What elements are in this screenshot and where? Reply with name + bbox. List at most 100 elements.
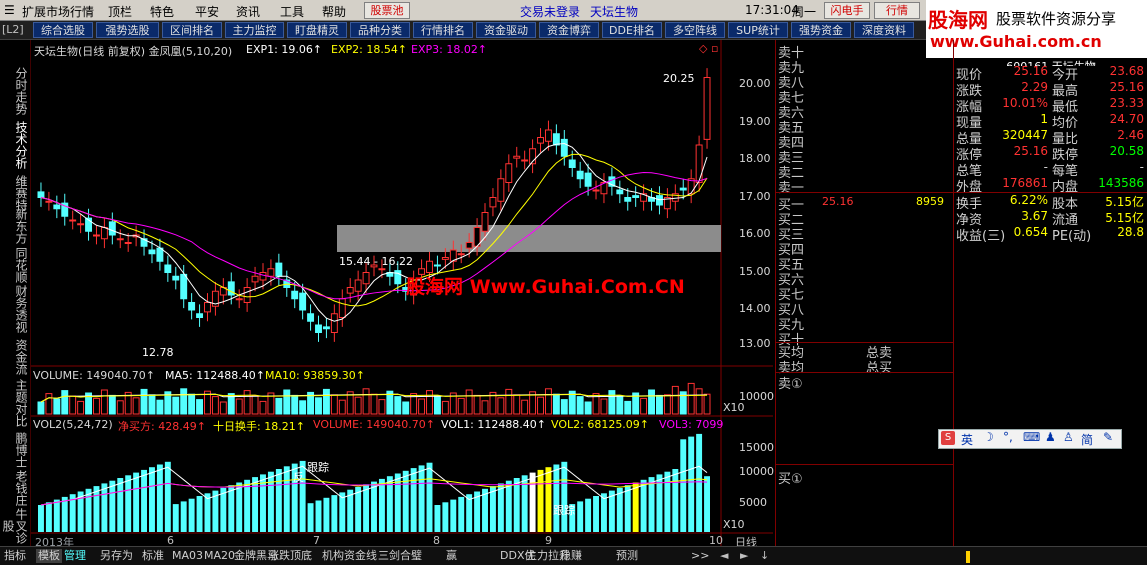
vol2-bar (410, 468, 417, 532)
bottom-tab[interactable]: 稳赚 (560, 549, 582, 563)
buy-level-label: 买八 (778, 303, 805, 318)
bottom-tab[interactable]: 机构资金线 (322, 549, 377, 563)
wrench-icon[interactable]: ✎ (1103, 430, 1113, 444)
quote-value: 6.22% (1009, 193, 1048, 207)
buy-level-label: 买七 (778, 288, 805, 303)
candle-body (362, 272, 370, 285)
left-tab[interactable]: 新东方 (3, 206, 28, 246)
vol2-bar (323, 497, 330, 532)
bottom-tab[interactable]: 管理 (64, 549, 86, 563)
candle-body (77, 223, 85, 226)
volume-bar (180, 388, 188, 415)
keyboard-icon[interactable]: ⌨ (1023, 430, 1040, 444)
candle-body (188, 302, 196, 311)
shirt-icon[interactable]: ♙ (1063, 430, 1074, 444)
volume-bar (640, 397, 648, 415)
toolbar-button[interactable]: 主力监控 (225, 22, 284, 38)
ime-toolbar[interactable]: S 英 ☽ °, ⌨ ♟ ♙ 简 ✎ (938, 429, 1122, 449)
vol2-bar (442, 502, 449, 532)
login-status[interactable]: 交易未登录 (520, 3, 580, 20)
menu-item[interactable]: 顶栏 (108, 3, 132, 20)
bottom-tab[interactable]: 涨跌顶底 (268, 549, 312, 563)
net-buy-label: 净买方: 428.49↑ (118, 420, 206, 433)
menu-item[interactable]: 工具 (280, 3, 304, 20)
left-tab[interactable]: 牛叉诊股 (1, 506, 28, 546)
bottom-tab[interactable]: 另存为 (100, 549, 133, 563)
stock-pool-button[interactable]: 股票池 (364, 2, 410, 19)
volume-bar (418, 398, 426, 415)
left-tab[interactable]: 主题对比 (3, 377, 28, 429)
menu-item[interactable]: 资讯 (236, 3, 260, 20)
candle-body (251, 275, 259, 283)
candle-body (322, 326, 330, 330)
buy-queue-label[interactable]: 买① (778, 468, 803, 487)
quote-button[interactable]: 行情 (874, 2, 920, 19)
toolbar-button[interactable]: 品种分类 (350, 22, 410, 38)
candle-body (164, 264, 172, 273)
candle-body (235, 298, 243, 301)
left-tab[interactable]: 同花顺 (3, 245, 28, 285)
toolbar-button[interactable]: 行情排名 (413, 22, 473, 38)
app-icon[interactable]: ☰ (4, 3, 15, 17)
person-icon[interactable]: ♟ (1045, 430, 1056, 444)
toolbar-button[interactable]: 深度资料 (854, 22, 914, 38)
quote-value: 2.46 (1117, 128, 1144, 142)
range-highlight-box (337, 225, 721, 252)
menu-item[interactable]: 平安 (195, 3, 219, 20)
toolbar-button[interactable]: SUP统计 (728, 22, 788, 38)
sogou-icon[interactable]: S (941, 431, 955, 445)
toolbar-button[interactable]: 资金博弈 (539, 22, 599, 38)
flash-hand-button[interactable]: 闪电手 (824, 2, 870, 19)
bottom-tab[interactable]: 预测 (616, 549, 638, 563)
vol2-bar (244, 479, 251, 532)
bottom-tab[interactable]: MA20 (204, 549, 235, 563)
sell-queue-label[interactable]: 卖① (778, 373, 803, 392)
menu-item[interactable]: 帮助 (322, 3, 346, 20)
volume-bar (624, 400, 632, 415)
left-tabs: 分时走势 技术分析 维赛特 新东方 同花顺 财务透视 资金流 主题对比 鹏博士 … (0, 40, 31, 546)
vol2-bar (331, 495, 338, 532)
left-tab[interactable]: 鹏博士 (3, 430, 28, 470)
toolbar-button[interactable]: DDE排名 (602, 22, 662, 38)
comma-icon[interactable]: °, (1003, 430, 1013, 444)
bottom-tab[interactable]: MA03 (172, 549, 203, 563)
vol2-tick: 15000 (739, 441, 774, 454)
menu-item[interactable]: 特色 (150, 3, 174, 20)
vol2-tick: 10000 (739, 465, 774, 478)
menu-item[interactable]: 扩展市场行情 (22, 3, 94, 20)
candle-body (624, 197, 632, 202)
bottom-tab[interactable]: 标准 (142, 549, 164, 563)
left-tab[interactable]: 技术分析 (3, 120, 28, 170)
jian-icon[interactable]: 简 (1081, 431, 1093, 448)
left-tab[interactable]: 老钱庄 (3, 468, 28, 508)
toolbar-button[interactable]: 多空阵线 (665, 22, 725, 38)
vol2-bar (450, 499, 457, 532)
quote-value: 20.58 (1109, 144, 1144, 158)
vol2-bar (252, 477, 259, 532)
left-tab[interactable]: 资金流 (3, 337, 28, 377)
left-tab[interactable]: 财务透视 (3, 283, 28, 335)
scroll-down-icon[interactable]: ↓ (760, 549, 769, 563)
vol2-bar (93, 486, 100, 532)
bottom-more-button[interactable]: >> (691, 549, 709, 563)
bottom-tab[interactable]: 模板 (36, 549, 62, 563)
toolbar-button[interactable]: 综合选股 (33, 22, 93, 38)
volume-bar (315, 397, 322, 415)
bottom-tab[interactable]: 三剑合璧 (378, 549, 422, 563)
diamond-icon[interactable]: ◇ ▫ (699, 42, 718, 55)
left-tab[interactable]: 分时走势 (3, 66, 28, 116)
candle-body (465, 242, 473, 249)
signal-track-label: 跟踪 (553, 504, 575, 517)
toolbar-button[interactable]: 盯盘精灵 (287, 22, 347, 38)
toolbar-button[interactable]: 强势资金 (791, 22, 851, 38)
toolbar-button[interactable]: 区间排名 (162, 22, 222, 38)
moon-icon[interactable]: ☽ (983, 430, 994, 444)
toolbar-button[interactable]: 强势选股 (96, 22, 159, 38)
scroll-right-icon[interactable]: ► (740, 549, 748, 563)
bottom-tab[interactable]: 指标 (4, 549, 26, 563)
toolbar-button[interactable]: 资金驱动 (476, 22, 536, 38)
scroll-left-icon[interactable]: ◄ (720, 549, 728, 563)
volume-bar (322, 388, 330, 415)
bottom-tab[interactable]: 赢 (446, 549, 457, 563)
ime-lang-label[interactable]: 英 (961, 431, 973, 448)
